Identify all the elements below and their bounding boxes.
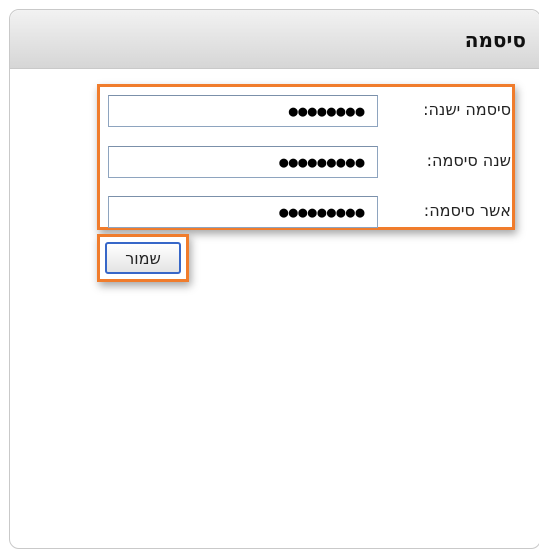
save-button-highlight: שמור bbox=[97, 234, 189, 282]
confirm-password-label: אשר סיסמה: bbox=[423, 201, 511, 220]
old-password-field[interactable]: ●●●●●●●● bbox=[108, 95, 378, 127]
password-form: ●●●●●●●● סיסמה ישנה: ●●●●●●●●● שנה סיסמה… bbox=[97, 84, 515, 230]
new-password-field[interactable]: ●●●●●●●●● bbox=[108, 146, 378, 178]
panel-title: סיסמה bbox=[464, 28, 526, 52]
panel-header: סיסמה bbox=[10, 10, 539, 69]
new-password-row: ●●●●●●●●● שנה סיסמה: bbox=[108, 146, 512, 178]
old-password-label: סיסמה ישנה: bbox=[423, 100, 511, 119]
new-password-label: שנה סיסמה: bbox=[426, 151, 511, 170]
save-button[interactable]: שמור bbox=[105, 242, 181, 274]
confirm-password-field[interactable]: ●●●●●●●●● bbox=[108, 196, 378, 228]
old-password-row: ●●●●●●●● סיסמה ישנה: bbox=[108, 95, 512, 127]
confirm-password-row: ●●●●●●●●● אשר סיסמה: bbox=[108, 196, 512, 228]
